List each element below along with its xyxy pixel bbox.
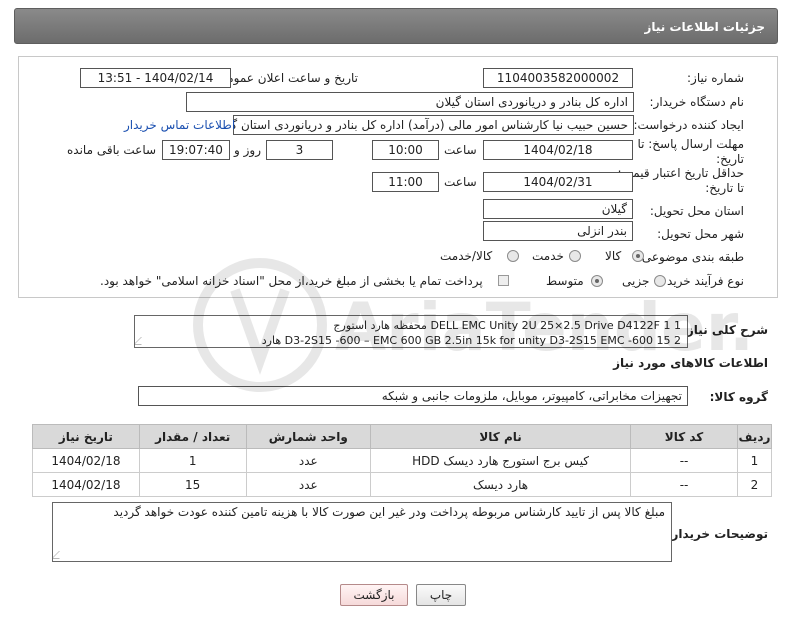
announce-datetime-label: تاریخ و ساعت اعلان عمومی: [213,71,358,85]
table-row: 2 -- هارد دیسک عدد 15 1404/02/18 [32,472,773,497]
remaining-time-field: 19:07:40 [162,140,230,160]
panel-header: جزئیات اطلاعات نیاز [14,8,778,44]
announce-datetime-field: 1404/02/14 - 13:51 [80,68,231,88]
table-cell-unit: عدد [245,472,371,497]
table-header-row: ردیف کد کالا نام کالا واحد شمارش تعداد /… [32,424,773,449]
table-cell-row-number: 2 [736,472,773,497]
buyer-notes-text: مبلغ کالا پس از تایید کارشناس مربوطه پرد… [113,505,665,519]
purchase-type-radio-medium[interactable] [591,275,603,287]
delivery-province-label: استان محل تحویل: [649,204,744,218]
category-radio-service[interactable] [569,250,581,262]
price-validity-label-line2: تا تاریخ: [705,181,744,195]
table-header-need-date: تاریخ نیاز [32,424,140,449]
resize-grip-icon[interactable] [53,551,67,559]
table-cell-unit: عدد [245,448,371,473]
table-header-row-number: ردیف [736,424,773,449]
reply-deadline-days-label: روز و [234,143,261,157]
table-cell-need-date: 1404/02/18 [32,472,140,497]
price-validity-time-field: 11:00 [372,172,439,192]
category-radio-goods-service[interactable] [507,250,519,262]
need-number-field: 1104003582000002 [483,68,633,88]
reply-deadline-time-field: 10:00 [372,140,439,160]
buyer-org-label: نام دستگاه خریدار: [649,95,745,109]
description-line-1: 1 DELL EMC Unity 2U 25×2.5 Drive D4122F … [333,319,681,332]
price-validity-time-label: ساعت [444,175,477,189]
table-cell-quantity: 15 [138,472,247,497]
category-option-goods-service: کالا/خدمت [440,249,493,263]
back-button[interactable]: بازگشت [340,584,408,606]
table-cell-need-date: 1404/02/18 [32,448,140,473]
reply-deadline-label: مهلت ارسال پاسخ: تا [637,137,744,151]
table-cell-row-number: 1 [736,448,773,473]
buyer-notes-label: توضیحات خریدار: [666,527,768,541]
treasury-payment-note: پرداخت تمام یا بخشی از مبلغ خرید،از محل … [100,274,483,288]
purchase-type-option-medium: متوسط [546,274,584,288]
table-cell-goods-name: کیس برج استورج هارد دیسک HDD [369,448,632,473]
table-row: 1 -- کیس برج استورج هارد دیسک HDD عدد 1 … [32,448,773,473]
category-radio-goods[interactable] [632,250,644,262]
description-label: شرح کلی نیاز: [682,323,768,337]
treasury-payment-checkbox[interactable] [498,275,509,286]
category-label: طبقه بندی موضوعی: [637,250,744,264]
price-validity-label: حداقل تاریخ اعتبار قیمت: [617,166,744,180]
goods-group-field: تجهیزات مخابراتی، کامپیوتر، موبایل، ملزو… [138,386,688,406]
category-option-goods: کالا [605,249,622,263]
table-cell-goods-name: هارد دیسک [369,472,632,497]
goods-group-label: گروه کالا: [709,390,768,404]
goods-table: ردیف کد کالا نام کالا واحد شمارش تعداد /… [32,424,773,497]
purchase-type-radio-minor[interactable] [654,275,666,287]
remaining-time-label: ساعت باقی مانده [67,143,157,157]
page-title: جزئیات اطلاعات نیاز [644,20,765,34]
goods-section-title: اطلاعات کالاهای مورد نیاز [613,356,768,370]
purchase-type-label: نوع فرآیند خرید : [659,274,744,288]
table-header-goods-name: نام کالا [369,424,632,449]
table-cell-goods-code: -- [630,448,738,473]
category-option-service: خدمت [532,249,564,263]
buyer-contact-link[interactable]: اطلاعات تماس خریدار [124,118,235,132]
table-header-unit: واحد شمارش [245,424,371,449]
table-header-quantity: تعداد / مقدار [138,424,247,449]
description-line-2: 2 15 600- D3-2S15 -600 – EMC 600 GB 2.5i… [261,334,681,347]
print-button[interactable]: چاپ [416,584,466,606]
price-validity-date-field: 1404/02/31 [483,172,633,192]
need-number-label: شماره نیاز: [687,71,744,85]
purchase-type-option-minor: جزیی [622,274,650,288]
reply-deadline-time-label: ساعت [444,143,477,157]
requester-field: حسین حبیب نیا کارشناس امور مالی (درآمد) … [233,115,634,135]
buyer-org-field: اداره کل بنادر و دریانوردی استان گیلان [186,92,634,112]
description-textarea[interactable]: 1 DELL EMC Unity 2U 25×2.5 Drive D4122F … [134,315,688,348]
table-cell-goods-code: -- [630,472,738,497]
delivery-city-field: بندر انزلی [483,221,633,241]
reply-deadline-days-field: 3 [266,140,333,160]
requester-label: ایجاد کننده درخواست: [633,118,744,132]
reply-deadline-date-field: 1404/02/18 [483,140,633,160]
table-header-goods-code: کد کالا [630,424,738,449]
delivery-province-field: گیلان [483,199,633,219]
delivery-city-label: شهر محل تحویل: [657,227,744,241]
buyer-notes-textarea[interactable]: مبلغ کالا پس از تایید کارشناس مربوطه پرد… [52,502,672,562]
reply-deadline-label-line2: تاریخ: [716,152,744,166]
table-cell-quantity: 1 [138,448,247,473]
